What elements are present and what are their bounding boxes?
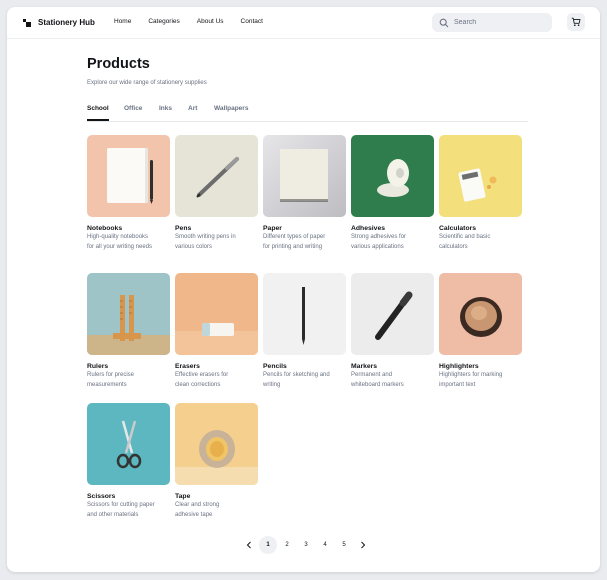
product-card-adhesives[interactable]: Adhesives Strong adhesives for various a… — [351, 135, 434, 252]
product-image — [263, 273, 346, 355]
nav-item-contact[interactable]: Contact — [241, 18, 263, 25]
product-title: Highlighters — [439, 363, 479, 370]
tab-inks[interactable]: Inks — [159, 105, 172, 121]
product-card-markers[interactable]: Markers Permanent and whiteboard markers — [351, 273, 434, 390]
product-card-tape[interactable]: Tape Clear and strong adhesive tape — [175, 403, 258, 520]
product-desc: Scissors for cutting paper and other mat… — [87, 502, 155, 518]
product-image — [87, 403, 170, 485]
nav-item-categories[interactable]: Categories — [148, 18, 179, 25]
product-image — [175, 273, 258, 355]
product-card-highlighters[interactable]: Highlighters Highlighters for marking im… — [439, 273, 522, 390]
tab-school[interactable]: School — [87, 105, 109, 121]
product-desc: Strong adhesives for various application… — [351, 234, 407, 250]
product-desc: Rulers for precise measurements — [87, 372, 135, 388]
page-1-button[interactable]: 1 — [259, 536, 277, 554]
page-5-button[interactable]: 5 — [335, 536, 353, 554]
chevron-right-icon — [361, 541, 366, 549]
product-title: Pencils — [263, 363, 287, 370]
page-2-button[interactable]: 2 — [278, 536, 296, 554]
product-desc: Different types of paper for printing an… — [263, 234, 326, 250]
product-desc: Highlighters for marking important text — [439, 372, 503, 388]
product-card-notebooks[interactable]: Notebooks High-quality notebooks for all… — [87, 135, 170, 252]
product-title: Tape — [175, 493, 191, 500]
product-image — [351, 135, 434, 217]
product-title: Notebooks — [87, 225, 123, 232]
product-title: Markers — [351, 363, 378, 370]
nav-item-home[interactable]: Home — [114, 18, 131, 25]
search-box[interactable] — [432, 13, 552, 32]
product-title: Rulers — [87, 363, 109, 370]
product-card-rulers[interactable]: Rulers Rulers for precise measurements — [87, 273, 170, 390]
prev-page-button[interactable] — [240, 536, 258, 554]
logo-icon — [23, 18, 31, 27]
app-window: Stationery Hub Home Categories About Us … — [7, 7, 600, 572]
product-title: Adhesives — [351, 225, 386, 232]
product-title: Paper — [263, 225, 282, 232]
product-card-calculators[interactable]: Calculators Scientific and basic calcula… — [439, 135, 522, 252]
product-card-paper[interactable]: Paper Different types of paper for print… — [263, 135, 346, 252]
page-title: Products — [87, 56, 150, 72]
product-image — [87, 273, 170, 355]
product-title: Calculators — [439, 225, 477, 232]
page-4-button[interactable]: 4 — [316, 536, 334, 554]
product-image — [175, 403, 258, 485]
product-image — [439, 135, 522, 217]
category-tabs: School Office Inks Art Wallpapers — [87, 105, 528, 122]
product-image — [263, 135, 346, 217]
page-3-button[interactable]: 3 — [297, 536, 315, 554]
next-page-button[interactable] — [354, 536, 372, 554]
page-subtitle: Explore our wide range of stationery sup… — [87, 80, 207, 86]
product-card-erasers[interactable]: Erasers Effective erasers for clean corr… — [175, 273, 258, 390]
product-card-pens[interactable]: Pens Smooth writing pens in various colo… — [175, 135, 258, 252]
product-desc: Pencils for sketching and writing — [263, 372, 330, 388]
tab-art[interactable]: Art — [188, 105, 197, 121]
product-image — [351, 273, 434, 355]
chevron-left-icon — [246, 541, 251, 549]
product-desc: Effective erasers for clean corrections — [175, 372, 229, 388]
product-image — [175, 135, 258, 217]
tab-office[interactable]: Office — [124, 105, 142, 121]
product-desc: High-quality notebooks for all your writ… — [87, 234, 153, 250]
product-card-pencils[interactable]: Pencils Pencils for sketching and writin… — [263, 273, 346, 390]
pagination: 1 2 3 4 5 — [240, 536, 373, 554]
brand-logo[interactable]: Stationery Hub — [23, 18, 95, 27]
cart-button[interactable] — [567, 13, 585, 31]
product-title: Erasers — [175, 363, 200, 370]
top-navbar: Stationery Hub Home Categories About Us … — [7, 7, 600, 39]
product-image — [87, 135, 170, 217]
product-image — [439, 273, 522, 355]
main-menu: Home Categories About Us Contact — [114, 18, 280, 25]
cart-icon — [571, 17, 581, 26]
brand-name: Stationery Hub — [38, 18, 95, 27]
product-desc: Permanent and whiteboard markers — [351, 372, 404, 388]
product-desc: Smooth writing pens in various colors — [175, 234, 236, 250]
product-desc: Scientific and basic calculators — [439, 234, 491, 250]
product-card-scissors[interactable]: Scissors Scissors for cutting paper and … — [87, 403, 170, 520]
tab-wallpapers[interactable]: Wallpapers — [214, 105, 248, 121]
product-title: Pens — [175, 225, 192, 232]
product-desc: Clear and strong adhesive tape — [175, 502, 220, 518]
nav-item-about[interactable]: About Us — [197, 18, 224, 25]
product-title: Scissors — [87, 493, 116, 500]
search-icon — [439, 18, 449, 27]
search-input[interactable] — [454, 19, 544, 26]
